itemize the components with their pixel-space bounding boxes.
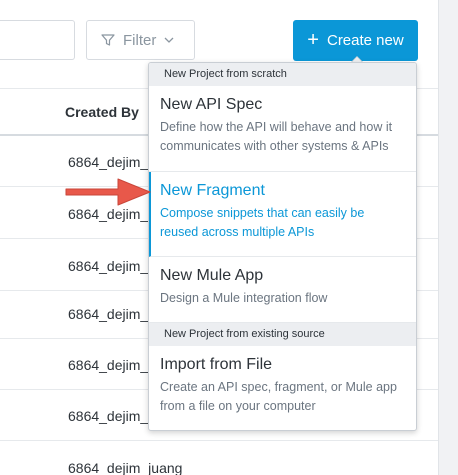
created-by-cell: 6864_dejim_juang xyxy=(68,460,183,475)
menu-item-new-api-spec[interactable]: New API Spec Define how the API will beh… xyxy=(149,86,416,172)
menu-item-title: New API Spec xyxy=(160,96,263,113)
menu-item-title: Import from File xyxy=(160,356,273,373)
created-by-cell: 6864_dejim_ xyxy=(68,357,149,373)
chevron-down-icon xyxy=(164,36,174,44)
menu-item-new-fragment[interactable]: New Fragment Compose snippets that can e… xyxy=(149,172,416,257)
plus-icon: + xyxy=(307,28,319,51)
search-input[interactable] xyxy=(0,20,75,60)
filter-button[interactable]: Filter xyxy=(86,20,195,60)
filter-label: Filter xyxy=(123,31,157,49)
created-by-cell: 6864_dejim_ xyxy=(68,408,149,424)
menu-item-title: New Mule App xyxy=(160,267,264,284)
right-panel-edge xyxy=(438,0,458,475)
create-new-label: Create new xyxy=(326,32,404,49)
menu-item-title: New Fragment xyxy=(160,182,265,199)
table-row[interactable]: 6864_dejim_juang xyxy=(0,442,438,475)
menu-item-description: Create an API spec, fragment, or Mule ap… xyxy=(160,380,397,413)
created-by-cell: 6864_dejim_ xyxy=(68,258,149,274)
menu-section-header: New Project from scratch xyxy=(149,63,416,86)
menu-item-description: Compose snippets that can easily be reus… xyxy=(160,206,365,239)
menu-item-description: Define how the API will behave and how i… xyxy=(160,120,393,153)
create-new-menu: New Project from scratch New API Spec De… xyxy=(148,62,417,431)
menu-item-new-mule-app[interactable]: New Mule App Design a Mule integration f… xyxy=(149,257,416,323)
created-by-cell: 6864_dejim_ xyxy=(68,154,149,170)
arrow-pointer xyxy=(65,178,151,206)
menu-item-import-from-file[interactable]: Import from File Create an API spec, fra… xyxy=(149,346,416,430)
menu-section-header: New Project from existing source xyxy=(149,323,416,346)
funnel-icon xyxy=(101,33,115,47)
menu-item-description: Design a Mule integration flow xyxy=(160,291,328,305)
column-header-created-by[interactable]: Created By xyxy=(65,104,139,120)
create-new-button[interactable]: + Create new xyxy=(293,20,418,61)
created-by-cell: 6864_dejim_ xyxy=(68,306,149,322)
